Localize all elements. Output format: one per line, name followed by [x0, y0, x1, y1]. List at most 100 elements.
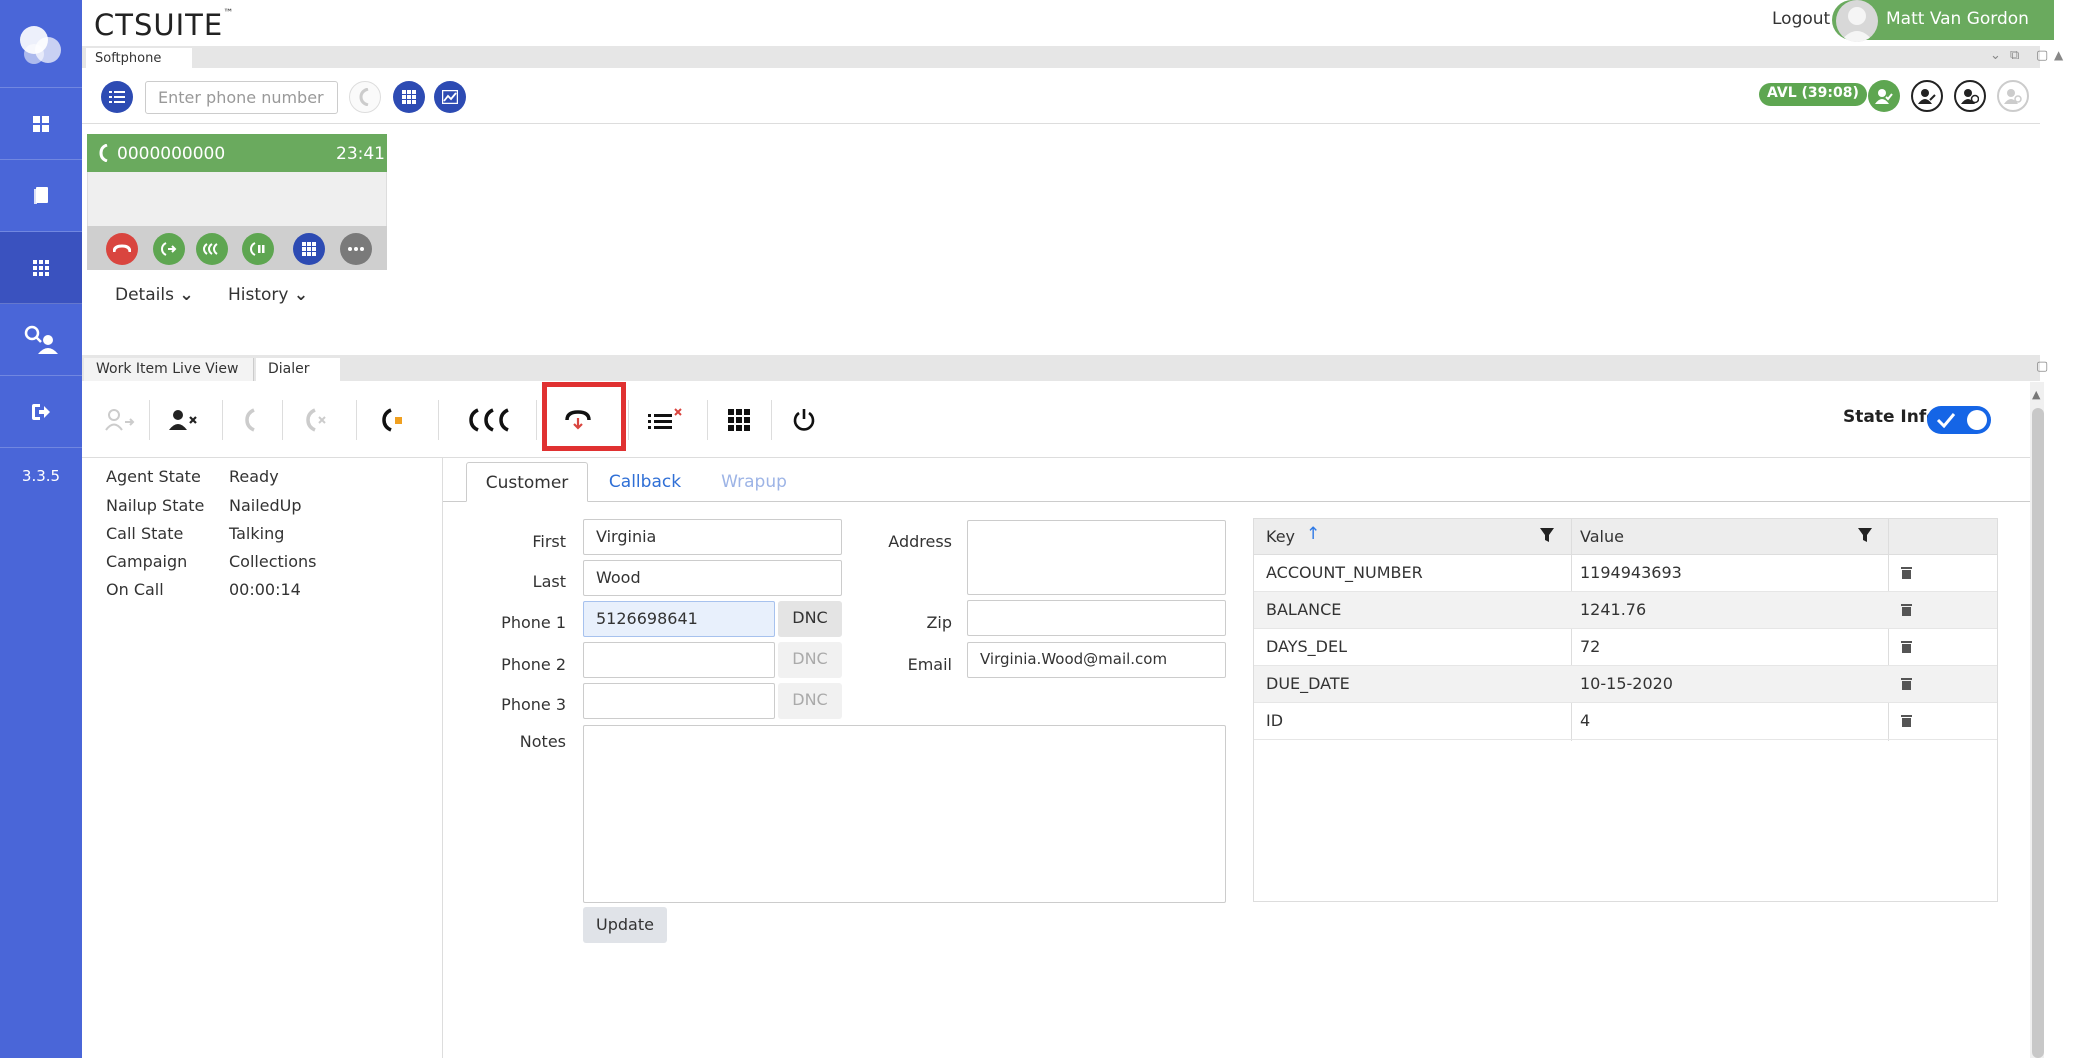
hold-call-button[interactable] — [372, 400, 416, 440]
zip-label: Zip — [926, 613, 952, 632]
update-button[interactable]: Update — [583, 907, 667, 943]
row-delete-button[interactable] — [1901, 566, 1912, 579]
collapse-icon[interactable]: ⌄ — [1990, 48, 2001, 63]
maximize-lower-icon[interactable]: ▢ — [2036, 359, 2048, 374]
toolbar-divider — [149, 400, 150, 440]
restore-icon[interactable]: ⧉ — [2010, 48, 2019, 63]
power-button[interactable] — [782, 400, 826, 440]
key-filter-icon[interactable] — [1539, 527, 1555, 543]
value-filter-icon[interactable] — [1857, 527, 1873, 543]
phone2-field[interactable] — [583, 642, 775, 678]
table-row[interactable]: BALANCE 1241.76 — [1254, 592, 1997, 629]
remove-agent-button[interactable] — [162, 400, 206, 440]
row-delete-button[interactable] — [1901, 677, 1912, 690]
tab-customer[interactable]: Customer — [466, 462, 588, 502]
first-name-label: First — [532, 532, 566, 551]
zip-field[interactable] — [967, 600, 1226, 636]
email-field[interactable]: Virginia.Wood@mail.com — [967, 642, 1226, 678]
row-delete-button[interactable] — [1901, 640, 1912, 653]
toolbar-divider — [707, 400, 708, 440]
sort-ascending-icon[interactable]: ↑ — [1306, 524, 1320, 544]
state-info-label: State Info — [1843, 407, 1938, 427]
logout-link[interactable]: Logout — [1772, 9, 1830, 29]
state-label: Campaign — [106, 552, 188, 571]
address-field[interactable] — [967, 520, 1226, 595]
toolbar-divider — [282, 400, 283, 440]
sidebar-item-signout[interactable] — [0, 376, 82, 448]
tab-work-item-live-view[interactable]: Work Item Live View — [84, 358, 254, 381]
trash-icon — [1901, 641, 1912, 653]
row-delete-button[interactable] — [1901, 603, 1912, 616]
dialer-keypad-button[interactable] — [717, 400, 761, 440]
phone1-field[interactable]: 5126698641 — [583, 601, 775, 637]
phone2-label: Phone 2 — [501, 655, 566, 674]
key-column-header[interactable]: Key — [1266, 527, 1295, 546]
user-name: Matt Van Gordon — [1886, 9, 2029, 29]
transfer-button[interactable] — [153, 233, 185, 265]
tab-softphone[interactable]: Softphone — [86, 48, 192, 70]
status-offline-button[interactable] — [1997, 80, 2029, 112]
notes-field[interactable] — [583, 725, 1226, 903]
table-row[interactable]: ID 4 — [1254, 703, 1997, 740]
cancel-dial-button[interactable] — [296, 400, 340, 440]
manual-dial-button[interactable] — [228, 400, 272, 440]
details-dropdown[interactable]: Details ⌄ — [115, 285, 194, 305]
table-row[interactable]: DAYS_DEL 72 — [1254, 629, 1997, 666]
avatar[interactable] — [1836, 0, 1878, 42]
row-key: ID — [1266, 711, 1284, 730]
phone-icon — [99, 144, 108, 162]
more-button[interactable] — [340, 233, 372, 265]
conference-button[interactable] — [196, 233, 228, 265]
sidebar-item-dashboard[interactable] — [0, 88, 82, 160]
highlight-box — [542, 382, 626, 451]
availability-badge[interactable]: AVL (39:08) — [1759, 83, 1867, 106]
call-number: 0000000000 — [117, 144, 226, 164]
hold-button[interactable] — [242, 233, 274, 265]
clear-list-button[interactable] — [644, 400, 688, 440]
app-logo — [0, 0, 82, 88]
phone3-field[interactable] — [583, 683, 775, 719]
phone1-dnc-button[interactable]: DNC — [778, 601, 842, 637]
details-label: Details — [115, 285, 174, 305]
value-column-header[interactable]: Value — [1580, 527, 1624, 546]
status-available-button[interactable] — [1868, 80, 1900, 112]
last-name-field[interactable]: Wood — [583, 560, 842, 596]
table-row[interactable]: DUE_DATE 10-15-2020 — [1254, 666, 1997, 703]
trash-icon — [1901, 715, 1912, 727]
table-row[interactable]: ACCOUNT_NUMBER 1194943693 — [1254, 555, 1997, 592]
status-away-button[interactable] — [1954, 80, 1986, 112]
dial-button[interactable] — [349, 81, 381, 113]
hangup-button[interactable] — [106, 233, 138, 265]
avatar-icon — [1840, 7, 1874, 42]
sidebar-item-book[interactable] — [0, 160, 82, 232]
list-remove-icon — [648, 408, 682, 429]
dialer-scrollbar-thumb[interactable] — [2032, 408, 2044, 1058]
scroll-up-icon[interactable]: ▲ — [2054, 48, 2063, 62]
history-dropdown[interactable]: History ⌄ — [228, 285, 308, 305]
dialpad-button[interactable] — [393, 81, 425, 113]
tab-dialer[interactable]: Dialer — [256, 358, 340, 381]
menu-list-button[interactable] — [101, 81, 133, 113]
scroll-up-arrow-icon[interactable]: ▲ — [2032, 388, 2040, 401]
check-icon — [1936, 413, 1956, 428]
brand-trademark: ™ — [223, 8, 235, 19]
phone2-dnc-button[interactable]: DNC — [778, 642, 842, 678]
call-dialpad-button[interactable] — [293, 233, 325, 265]
sidebar-item-dialer[interactable] — [0, 232, 82, 304]
conference-call-button[interactable] — [466, 400, 516, 440]
first-name-field[interactable]: Virginia — [583, 519, 842, 555]
toolbar-divider — [356, 400, 357, 440]
tab-wrapup[interactable]: Wrapup — [712, 462, 796, 502]
row-delete-button[interactable] — [1901, 714, 1912, 727]
lower-tabbar — [82, 355, 2040, 381]
dashboard-icon — [33, 115, 49, 132]
stats-button[interactable] — [434, 81, 466, 113]
maximize-icon[interactable]: ▢ — [2036, 48, 2048, 63]
status-busy-button[interactable] — [1911, 80, 1943, 112]
tab-callback[interactable]: Callback — [600, 462, 690, 502]
hangup-icon — [113, 244, 131, 253]
phone-number-input[interactable] — [145, 81, 338, 114]
sidebar-item-user-search[interactable] — [0, 304, 82, 376]
phone3-dnc-button[interactable]: DNC — [778, 683, 842, 719]
agent-login-button[interactable] — [98, 400, 142, 440]
